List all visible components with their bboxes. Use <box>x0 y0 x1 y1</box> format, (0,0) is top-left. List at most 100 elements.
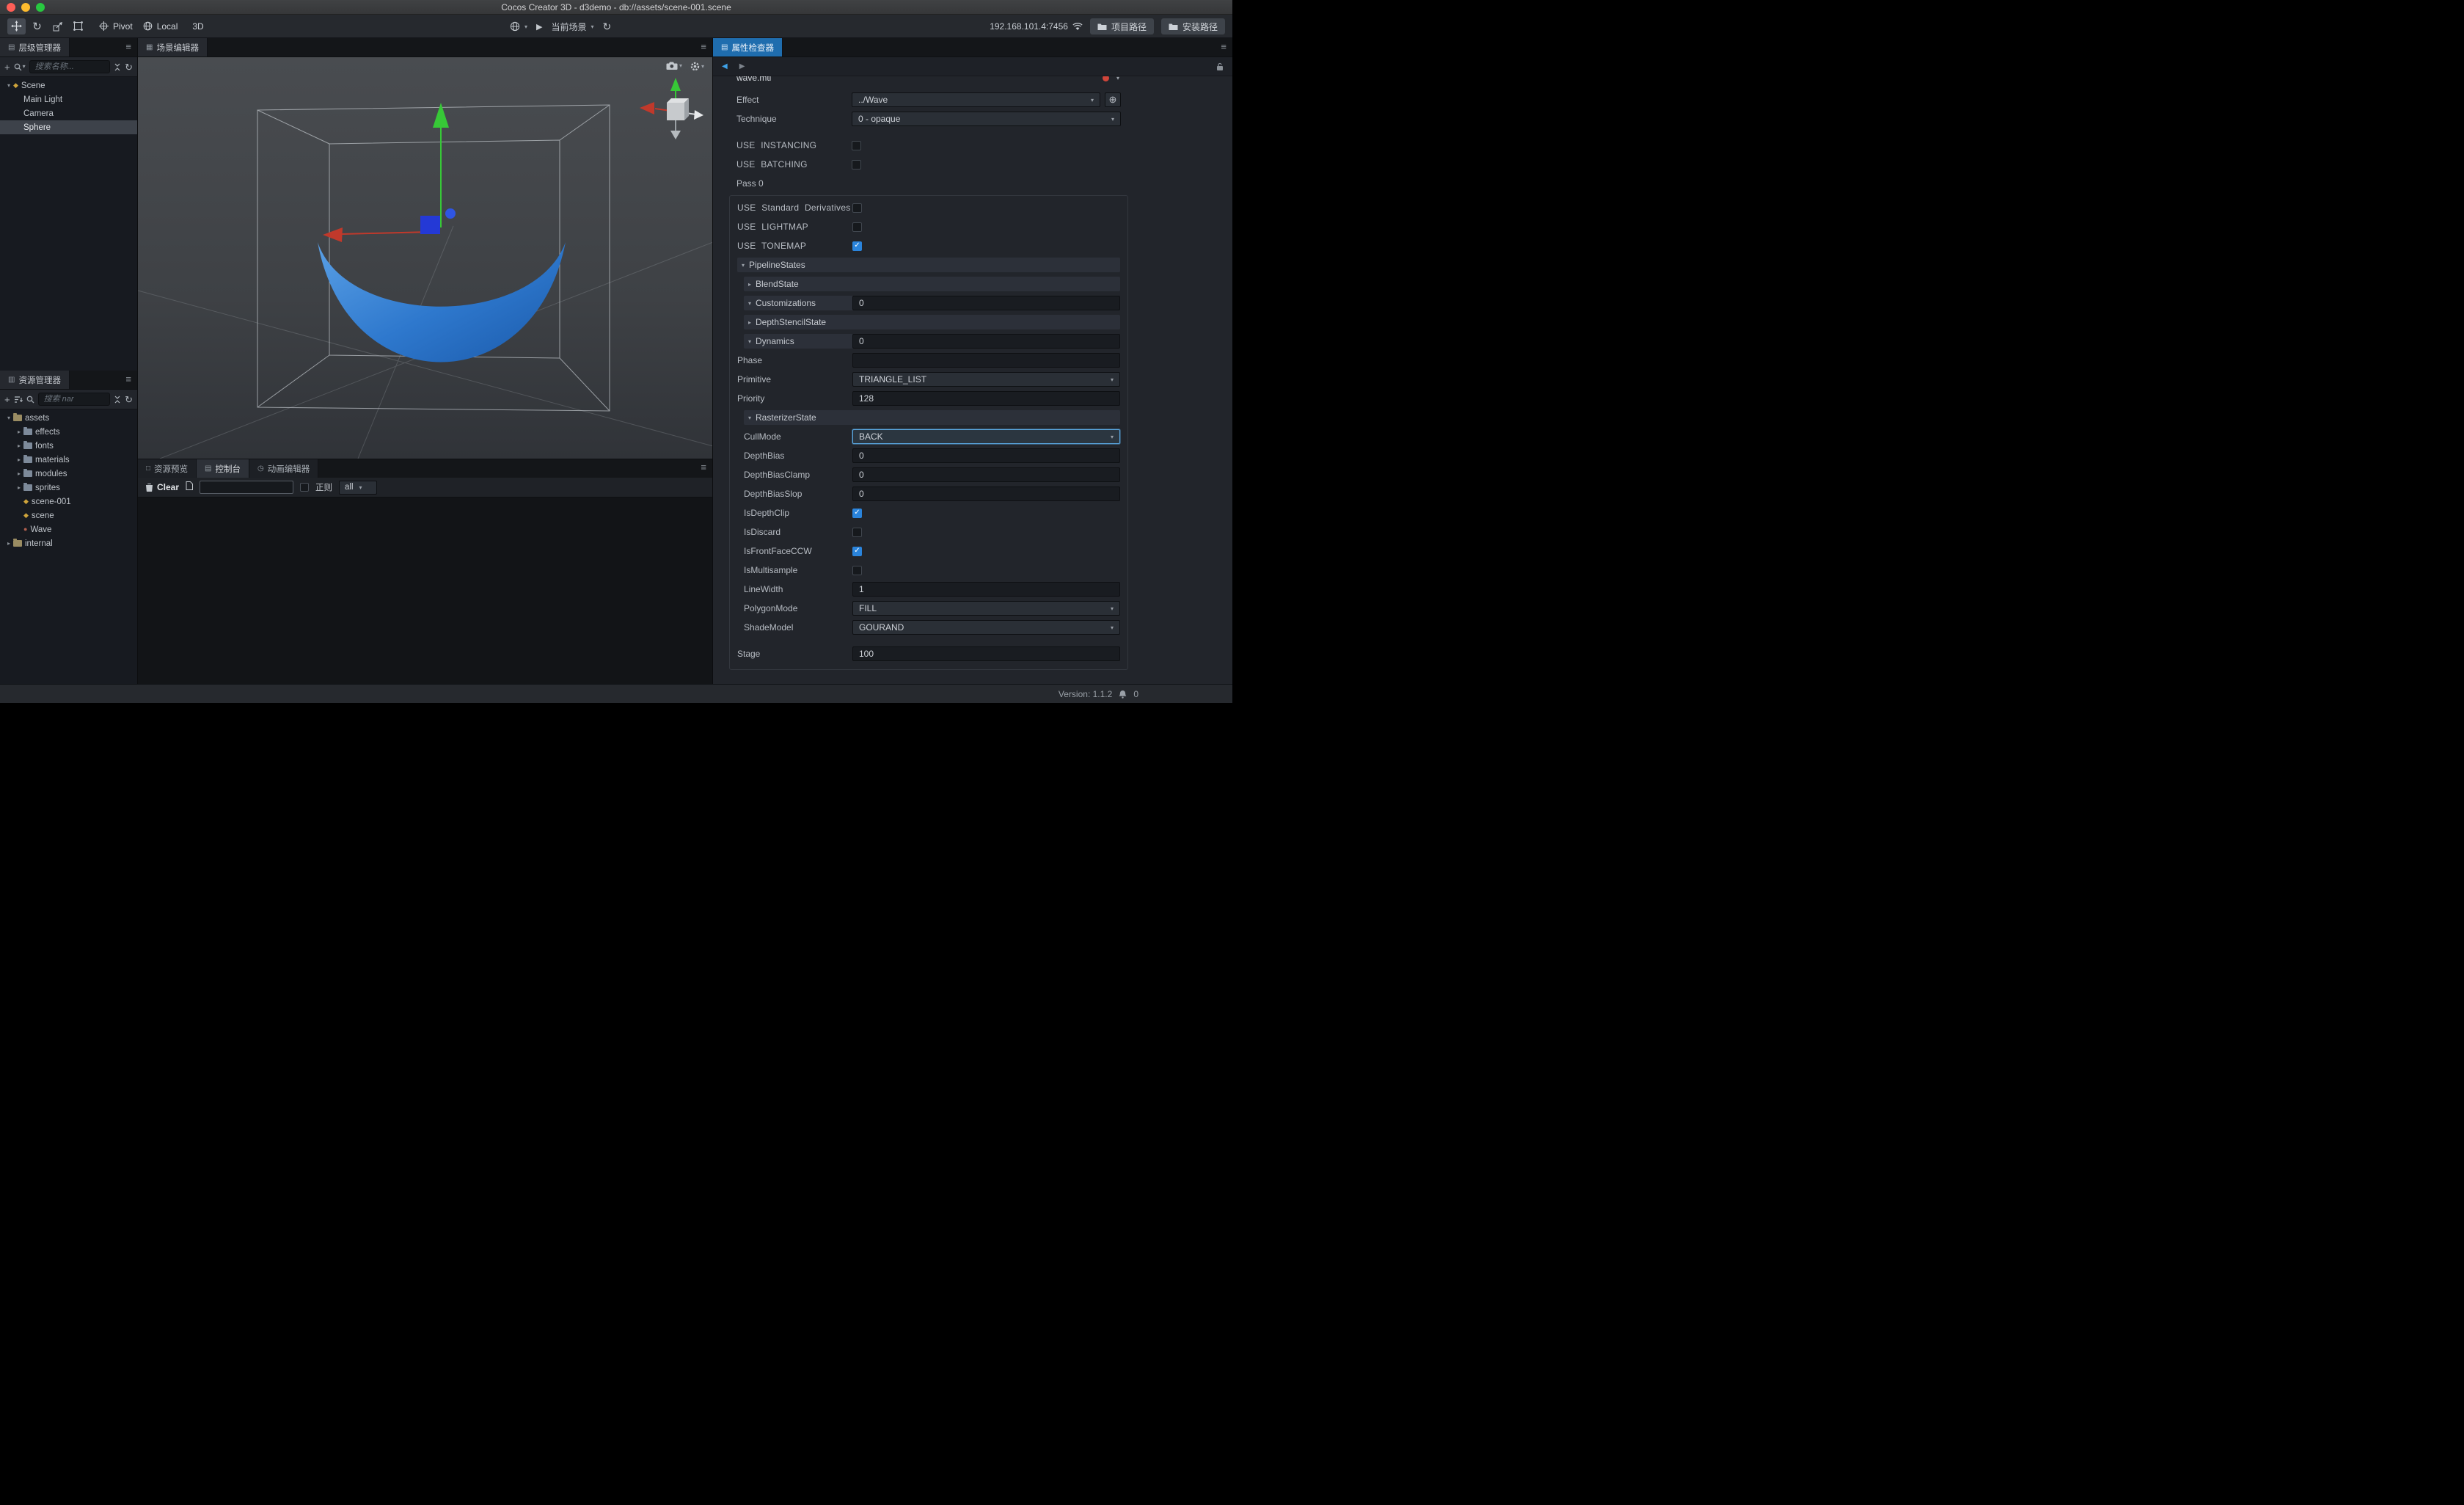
minimize-window-button[interactable] <box>21 3 30 12</box>
gizmo-settings-button[interactable]: ▾ <box>690 62 704 71</box>
tree-item-camera[interactable]: Camera <box>0 106 137 120</box>
history-forward-button[interactable]: ▶ <box>739 62 745 70</box>
dimension-mode-button[interactable]: 3D <box>188 21 203 32</box>
hierarchy-search-input[interactable] <box>29 60 110 73</box>
chevron-down-icon[interactable]: ▾ <box>4 415 13 421</box>
effect-select[interactable]: ../Wave▾ <box>852 92 1100 107</box>
section-header-depthstencilstate[interactable]: ▸DepthStencilState <box>744 315 1120 329</box>
use-standard-derivatives-checkbox[interactable] <box>852 203 862 213</box>
tree-item-sphere[interactable]: Sphere <box>0 120 137 134</box>
camera-view-button[interactable]: ▾ <box>666 62 682 70</box>
axis-x-arrow[interactable] <box>640 102 654 114</box>
chevron-right-icon[interactable]: ▸ <box>15 429 23 435</box>
phase-input[interactable] <box>852 353 1120 368</box>
assets-search-input[interactable] <box>38 393 111 406</box>
gizmo-plane-handle[interactable] <box>420 216 440 234</box>
add-effect-button[interactable]: ⊕ <box>1105 92 1121 107</box>
move-tool-button[interactable] <box>7 18 26 34</box>
console-output[interactable] <box>138 498 712 684</box>
log-export-button[interactable] <box>186 481 193 494</box>
panel-menu-icon[interactable]: ≡ <box>125 42 131 51</box>
panel-menu-icon[interactable]: ≡ <box>701 42 706 51</box>
regex-checkbox[interactable] <box>300 483 309 492</box>
customizations-input[interactable]: 0 <box>852 296 1120 310</box>
tab-inspector[interactable]: ▤ 属性检查器 <box>713 38 783 57</box>
chevron-right-icon[interactable]: ▸ <box>15 470 23 477</box>
chevron-right-icon[interactable]: ▸ <box>15 484 23 491</box>
tree-item-main-light[interactable]: Main Light <box>0 92 137 106</box>
rotate-tool-button[interactable]: ↻ <box>28 18 46 34</box>
console-filter-input[interactable] <box>200 481 293 494</box>
clear-console-button[interactable]: Clear <box>145 482 179 492</box>
zoom-window-button[interactable] <box>36 3 45 12</box>
console-tab-[interactable]: ◷动画编辑器 <box>249 459 318 478</box>
chevron-right-icon[interactable]: ▸ <box>15 456 23 463</box>
chevron-down-icon[interactable]: ▾ <box>1116 76 1119 81</box>
depthbias-input[interactable]: 0 <box>852 448 1120 463</box>
tree-item-scene[interactable]: ▾◆Scene <box>0 79 137 92</box>
use-instancing-checkbox[interactable] <box>852 141 861 150</box>
sphere-mesh[interactable] <box>318 242 566 362</box>
tab-hierarchy[interactable]: ▤ 层级管理器 <box>0 38 70 57</box>
axis-y-arrow[interactable] <box>670 78 681 91</box>
tree-item-sprites[interactable]: ▸sprites <box>0 481 137 495</box>
chevron-right-icon[interactable]: ▸ <box>4 540 13 547</box>
gizmo-arrow-x[interactable] <box>323 227 343 242</box>
scene-select[interactable]: 当前场景 ▾ <box>551 21 593 33</box>
console-tab-[interactable]: ▤控制台 <box>197 459 249 478</box>
console-tab-[interactable]: □资源预览 <box>138 459 197 478</box>
axis-z-arrow[interactable] <box>694 110 703 120</box>
tree-item-materials[interactable]: ▸materials <box>0 453 137 467</box>
scene-3d-canvas[interactable] <box>138 57 713 459</box>
create-node-button[interactable]: + <box>4 62 10 72</box>
tree-item-scene-001[interactable]: ◆scene-001 <box>0 495 137 509</box>
red-status-dot[interactable] <box>1103 76 1109 81</box>
primitive-select[interactable]: TRIANGLE_LIST▾ <box>852 372 1120 387</box>
collapse-all-icon[interactable] <box>114 63 121 71</box>
isfrontfaceccw-checkbox[interactable]: ✓ <box>852 547 862 556</box>
preview-target-button[interactable]: ▾ <box>510 21 527 32</box>
tree-item-scene[interactable]: ◆scene <box>0 509 137 522</box>
depthbiasslop-input[interactable]: 0 <box>852 487 1120 501</box>
install-path-button[interactable]: 安装路径 <box>1161 18 1225 34</box>
panel-menu-icon[interactable]: ≡ <box>701 462 706 472</box>
tree-item-assets[interactable]: ▾assets <box>0 411 137 425</box>
use-batching-checkbox[interactable] <box>852 160 861 170</box>
rect-tool-button[interactable] <box>69 18 87 34</box>
project-path-button[interactable]: 项目路径 <box>1090 18 1154 34</box>
dynamics-input[interactable]: 0 <box>852 334 1120 349</box>
scale-tool-button[interactable] <box>48 18 67 34</box>
tab-assets[interactable]: ▥ 资源管理器 <box>0 371 70 389</box>
axis-neg-y-arrow[interactable] <box>670 131 681 139</box>
refresh-icon[interactable]: ↻ <box>125 395 133 404</box>
refresh-scene-button[interactable]: ↻ <box>603 21 612 33</box>
translate-gizmo[interactable] <box>323 103 456 242</box>
orientation-gizmo[interactable] <box>640 78 703 139</box>
section-header-pipelinestates[interactable]: ▾PipelineStates <box>737 258 1120 272</box>
tree-item-fonts[interactable]: ▸fonts <box>0 439 137 453</box>
play-button[interactable]: ▶ <box>536 22 542 32</box>
coordinate-mode-button[interactable]: Local <box>143 21 178 32</box>
search-filter-button[interactable] <box>26 396 34 404</box>
use-tonemap-checkbox[interactable]: ✓ <box>852 241 862 251</box>
use-lightmap-checkbox[interactable] <box>852 222 862 232</box>
history-back-button[interactable]: ◀ <box>722 62 728 70</box>
polygonmode-select[interactable]: FILL▾ <box>852 601 1120 616</box>
isdepthclip-checkbox[interactable]: ✓ <box>852 509 862 518</box>
panel-menu-icon[interactable]: ≡ <box>1221 42 1226 51</box>
priority-input[interactable]: 128 <box>852 391 1120 406</box>
tree-item-effects[interactable]: ▸effects <box>0 425 137 439</box>
shademodel-select[interactable]: GOURAND▾ <box>852 620 1120 635</box>
gizmo-arrow-y[interactable] <box>433 103 449 128</box>
cullmode-select[interactable]: BACK▾ <box>852 429 1120 444</box>
refresh-icon[interactable]: ↻ <box>125 62 133 72</box>
tree-item-modules[interactable]: ▸modules <box>0 467 137 481</box>
close-window-button[interactable] <box>7 3 15 12</box>
tree-item-wave[interactable]: ●Wave <box>0 522 137 536</box>
panel-menu-icon[interactable]: ≡ <box>125 374 131 384</box>
axis-cube[interactable] <box>667 103 684 120</box>
sort-assets-button[interactable] <box>14 396 23 404</box>
chevron-right-icon[interactable]: ▸ <box>15 442 23 449</box>
create-asset-button[interactable]: + <box>4 395 10 404</box>
depthbiasclamp-input[interactable]: 0 <box>852 467 1120 482</box>
